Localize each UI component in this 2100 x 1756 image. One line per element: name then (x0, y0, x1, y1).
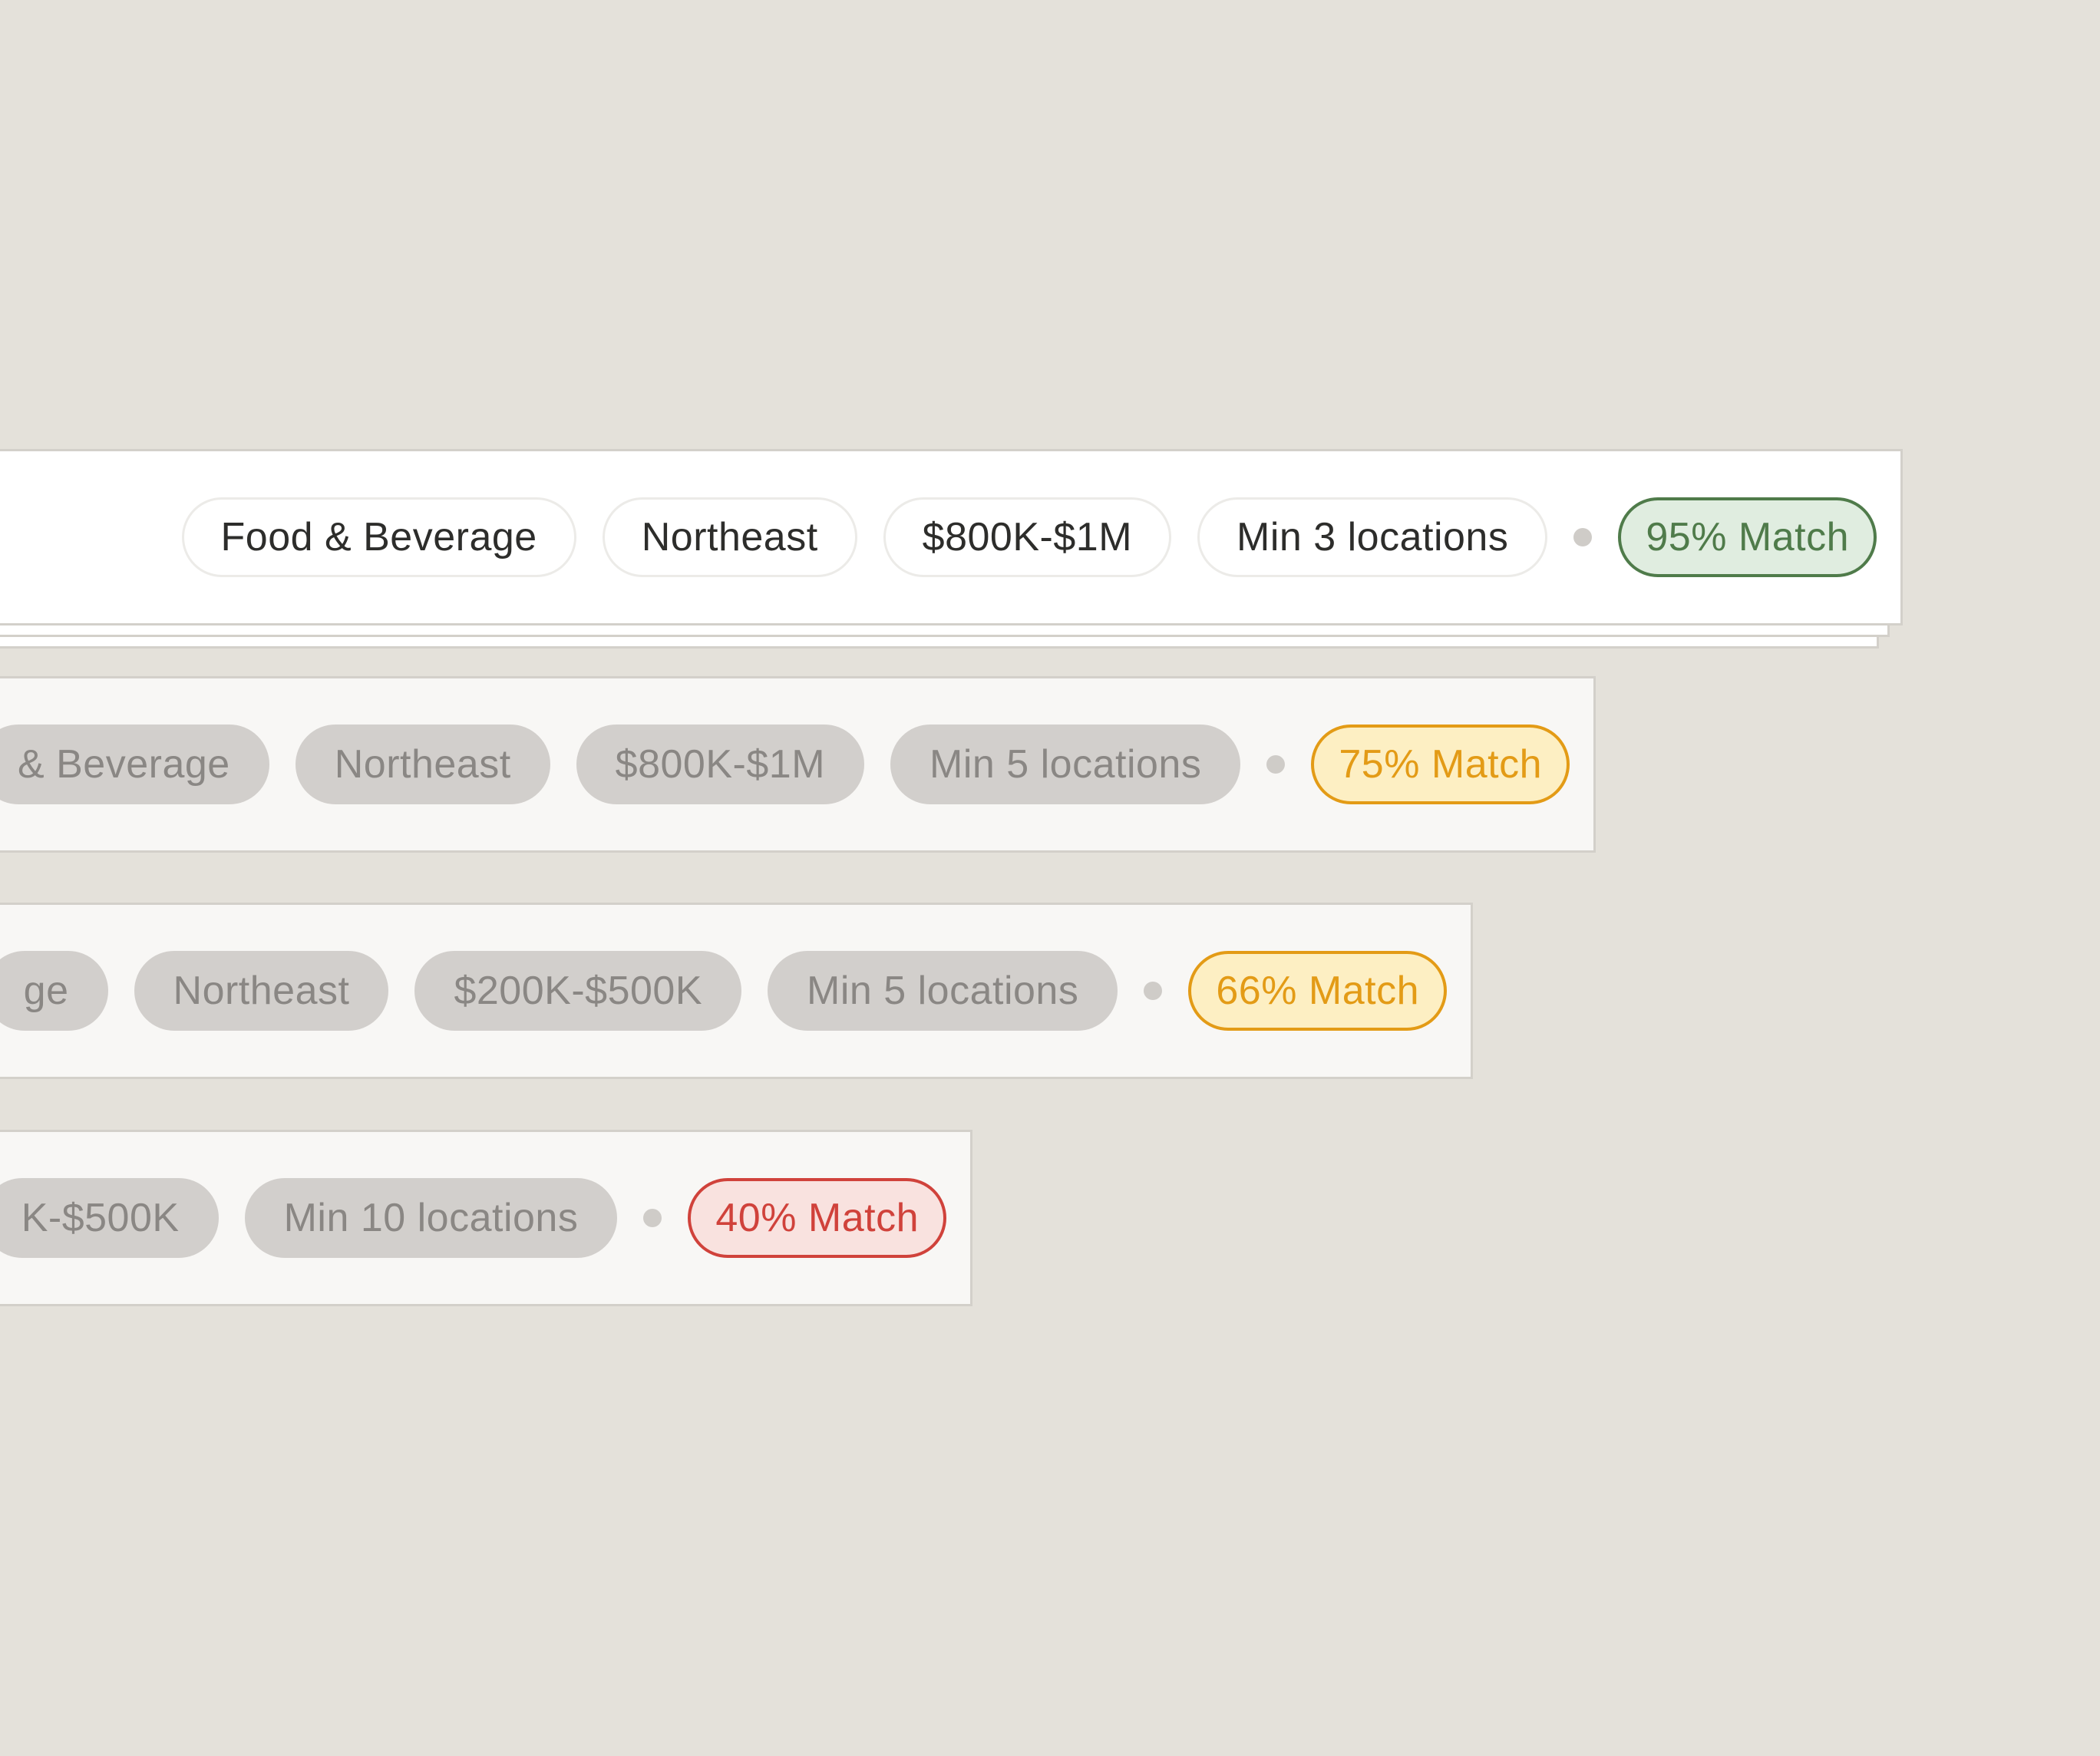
tag-revenue: $200K-$500K (414, 951, 742, 1031)
match-badge: 40% Match (688, 1178, 946, 1258)
match-card-4-tags: K-$500K Min 10 locations 40% Match (0, 1132, 946, 1304)
separator-dot (1266, 755, 1286, 774)
tag-industry: Food & Beverage (181, 497, 576, 577)
tag-region: Northeast (295, 725, 550, 804)
tag-locations: Min 5 locations (768, 951, 1118, 1031)
tag-revenue: $800K-$1M (883, 497, 1172, 577)
match-card-3[interactable]: ge Northeast $200K-$500K Min 5 locations… (0, 903, 1473, 1079)
tag-revenue: $800K-$1M (576, 725, 865, 804)
tag-locations: Min 5 locations (890, 725, 1241, 804)
match-badge: 95% Match (1618, 497, 1877, 577)
match-card-1-tags: Food & Beverage Northeast $800K-$1M Min … (181, 451, 1877, 623)
tag-industry: ge (0, 951, 108, 1031)
tag-region: Northeast (602, 497, 857, 577)
tag-region: Northeast (134, 951, 389, 1031)
separator-dot (1573, 528, 1593, 546)
separator-dot (643, 1209, 662, 1227)
match-card-3-tags: ge Northeast $200K-$500K Min 5 locations… (0, 905, 1447, 1077)
tag-locations: Min 10 locations (244, 1178, 618, 1258)
match-badge: 75% Match (1311, 725, 1570, 804)
tag-revenue: K-$500K (0, 1178, 219, 1258)
separator-dot (1144, 982, 1163, 1000)
match-badge: 66% Match (1188, 951, 1447, 1031)
match-card-4[interactable]: K-$500K Min 10 locations 40% Match (0, 1130, 972, 1306)
match-card-2[interactable]: & Beverage Northeast $800K-$1M Min 5 loc… (0, 676, 1596, 853)
match-card-2-tags: & Beverage Northeast $800K-$1M Min 5 loc… (0, 678, 1570, 850)
tag-locations: Min 3 locations (1197, 497, 1548, 577)
tag-industry: & Beverage (0, 725, 269, 804)
match-card-1[interactable]: Food & Beverage Northeast $800K-$1M Min … (0, 449, 1903, 625)
page-background: { "cards": [ { "tags": ["Food & Beverage… (0, 0, 2100, 1756)
